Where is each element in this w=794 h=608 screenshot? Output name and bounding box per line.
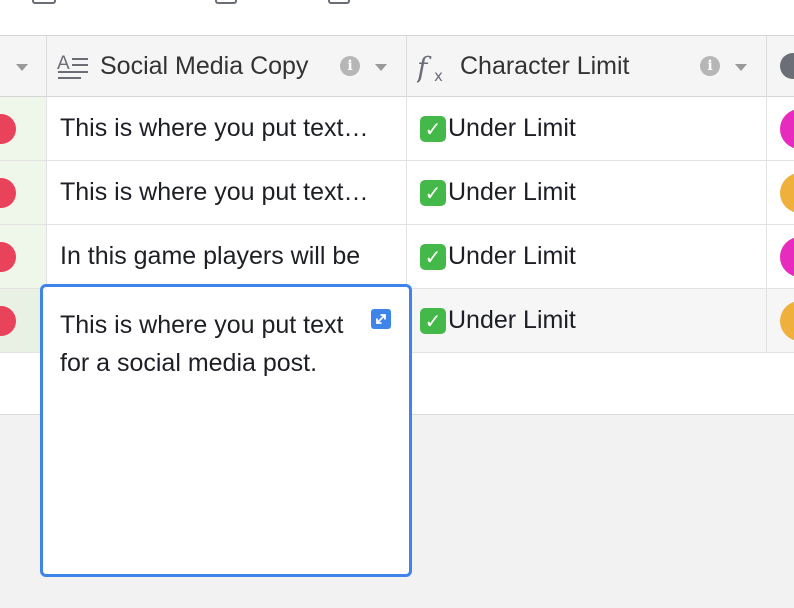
dropdown-icon xyxy=(780,53,794,79)
table-row[interactable]: This is where you put text… ✓ Under Limi… xyxy=(0,161,794,225)
expand-icon[interactable] xyxy=(371,309,391,329)
character-limit-cell[interactable]: ✓ Under Limit xyxy=(407,289,767,352)
cell-text: Under Limit xyxy=(448,242,576,270)
previous-column-cell[interactable] xyxy=(0,225,47,288)
social-media-copy-cell[interactable]: This is where you put text… xyxy=(47,97,407,160)
cell-text: In this game players will be xyxy=(60,242,361,270)
svg-text:x: x xyxy=(434,67,443,83)
table-row[interactable]: In this game players will be ✓ Under Lim… xyxy=(0,225,794,289)
info-icon[interactable]: i xyxy=(700,56,720,76)
formula-fx-icon: f x xyxy=(417,51,443,83)
column-header-character-limit[interactable]: f x Character Limit i xyxy=(407,36,767,97)
status-dot xyxy=(0,242,16,272)
cell-text: Under Limit xyxy=(448,114,576,142)
header-row: A Social Media Copy i f x Character Limi… xyxy=(0,35,794,97)
next-column-cell[interactable] xyxy=(767,225,794,288)
check-mark-icon: ✓ xyxy=(420,307,446,334)
status-dot xyxy=(0,178,16,208)
next-column-cell[interactable] xyxy=(767,97,794,160)
character-limit-cell[interactable]: ✓ Under Limit xyxy=(407,161,767,224)
check-mark-icon: ✓ xyxy=(420,243,446,270)
status-dot xyxy=(0,114,16,144)
cell-text: Under Limit xyxy=(448,306,576,334)
toolbar-icon-1[interactable] xyxy=(32,0,56,4)
tag-pill xyxy=(780,173,794,213)
cell-text: This is where you put text… xyxy=(60,178,369,206)
long-text-icon: A xyxy=(57,53,88,79)
status-dot xyxy=(0,306,16,336)
chevron-down-icon[interactable] xyxy=(735,64,747,71)
cell-text-editor[interactable]: This is where you put text for a social … xyxy=(40,284,412,577)
tag-pill xyxy=(780,237,794,277)
tag-pill xyxy=(780,109,794,149)
toolbar-icon-2[interactable] xyxy=(215,0,237,4)
social-media-copy-cell[interactable]: This is where you put text… xyxy=(47,161,407,224)
toolbar-icon-3[interactable] xyxy=(328,0,350,4)
character-limit-cell[interactable]: ✓ Under Limit xyxy=(407,225,767,288)
check-mark-icon: ✓ xyxy=(420,115,446,142)
cell-text: This is where you put text… xyxy=(60,114,369,142)
social-media-copy-cell[interactable]: In this game players will be xyxy=(47,225,407,288)
check-mark-icon: ✓ xyxy=(420,179,446,206)
column-header-social-media-copy[interactable]: A Social Media Copy i xyxy=(47,36,407,97)
svg-text:f: f xyxy=(417,51,432,83)
next-column-cell[interactable] xyxy=(767,161,794,224)
chevron-down-icon[interactable] xyxy=(375,64,387,71)
column-header-previous[interactable] xyxy=(0,36,47,97)
cell-text: Under Limit xyxy=(448,178,576,206)
chevron-down-icon[interactable] xyxy=(16,64,28,71)
next-column-cell[interactable] xyxy=(767,289,794,352)
previous-column-cell[interactable] xyxy=(0,97,47,160)
previous-column-cell[interactable] xyxy=(0,161,47,224)
column-header-label: Social Media Copy xyxy=(100,52,309,80)
tag-pill xyxy=(780,301,794,341)
svg-text:A: A xyxy=(57,53,70,74)
toolbar xyxy=(0,0,794,35)
editor-text[interactable]: This is where you put text for a social … xyxy=(60,306,360,382)
info-icon[interactable]: i xyxy=(340,56,360,76)
table-row[interactable]: This is where you put text… ✓ Under Limi… xyxy=(0,97,794,161)
character-limit-cell[interactable]: ✓ Under Limit xyxy=(407,97,767,160)
column-header-next[interactable] xyxy=(767,36,794,97)
column-header-label: Character Limit xyxy=(460,52,630,80)
